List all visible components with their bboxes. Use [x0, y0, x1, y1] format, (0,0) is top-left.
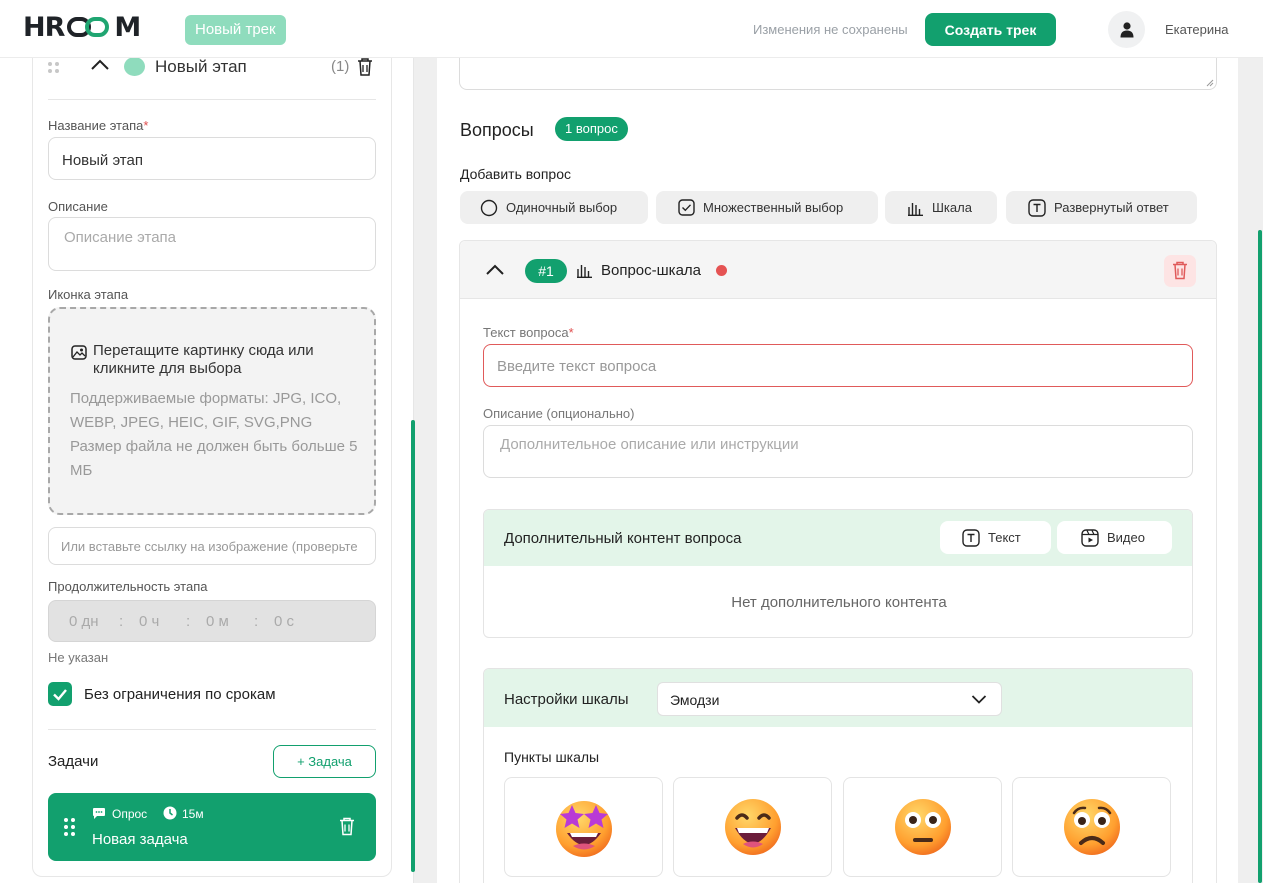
neutral-emoji-icon: [894, 799, 951, 855]
add-question-label: Добавить вопрос: [460, 166, 571, 182]
stage-name-input[interactable]: Новый этап: [48, 137, 376, 180]
divider: [48, 99, 376, 100]
chevron-down-icon: [971, 695, 987, 704]
avatar[interactable]: [1108, 11, 1145, 48]
radio-icon: [480, 199, 498, 216]
duration-label: Продолжительность этапа: [48, 579, 208, 594]
duration-seconds: 0 с: [274, 613, 295, 630]
trash-icon[interactable]: [339, 817, 355, 836]
question-type-title: Вопрос-шкала: [601, 262, 702, 279]
bar-chart-icon: [908, 202, 923, 216]
duration-separator: :: [119, 613, 124, 630]
questions-title: Вопросы: [460, 120, 534, 140]
error-indicator: [716, 265, 727, 276]
dropzone-size-limit: Размер файла не должен быть больше 5 МБ: [70, 438, 358, 479]
question-card-header[interactable]: #1 Вопрос-шкала: [460, 241, 1216, 299]
duration-separator: :: [254, 613, 259, 630]
task-card[interactable]: Опрос 15м Новая задача: [48, 793, 376, 861]
scale-type-value: Эмодзи: [670, 692, 720, 708]
resize-handle-icon[interactable]: [1206, 79, 1214, 87]
scale-point-1[interactable]: [504, 777, 663, 877]
scale-type-select[interactable]: Эмодзи: [657, 682, 1002, 716]
right-scrollbar[interactable]: [1258, 230, 1262, 883]
clock-icon: [163, 806, 177, 820]
duration-minutes: 0 м: [206, 613, 229, 630]
track-name-badge: Новый трек: [185, 15, 286, 45]
add-multiple-choice-button[interactable]: Множественный выбор: [656, 191, 878, 224]
scale-point-4[interactable]: [1012, 777, 1171, 877]
hroom-logo[interactable]: HR M: [23, 11, 141, 43]
task-title: Новая задача: [92, 831, 188, 848]
task-duration: 15м: [182, 807, 204, 821]
bar-chart-icon: [577, 265, 592, 278]
checkbox-icon: [678, 199, 695, 216]
tasks-label: Задачи: [48, 753, 99, 770]
question-text-label: Текст вопроса*: [483, 325, 574, 340]
add-single-choice-button[interactable]: Одиночный выбор: [460, 191, 648, 224]
add-open-answer-button[interactable]: Развернутый ответ: [1006, 191, 1197, 224]
extra-content-title: Дополнительный контент вопроса: [504, 530, 742, 547]
dropzone-title: Перетащите картинку сюда или кликните дл…: [93, 342, 314, 377]
dropzone-formats: Поддерживаемые форматы: JPG, ICO, WEBP, …: [70, 390, 342, 431]
stage-title: Новый этап: [155, 57, 247, 76]
star-struck-emoji-icon: [555, 801, 612, 857]
image-icon: [71, 345, 87, 360]
duration-separator: :: [186, 613, 191, 630]
icon-label: Иконка этапа: [48, 287, 129, 302]
user-icon: [1120, 21, 1133, 37]
divider: [48, 729, 376, 730]
scale-point-3[interactable]: [843, 777, 1002, 877]
task-drag-handle[interactable]: [64, 818, 75, 836]
add-task-button[interactable]: + Задача: [273, 745, 376, 778]
no-deadline-label[interactable]: Без ограничения по срокам: [84, 686, 276, 703]
top-header: HR M Новый трек Изменения не сохранены С…: [0, 0, 1263, 58]
logo-oo-mark: [65, 15, 113, 39]
add-text-content-button[interactable]: Текст: [940, 521, 1051, 554]
scale-points-label: Пункты шкалы: [504, 749, 600, 765]
duration-status: Не указан: [48, 650, 109, 665]
description-label: Описание: [48, 199, 108, 214]
stage-description-input[interactable]: Описание этапа: [48, 217, 376, 271]
stage-drag-handle[interactable]: [48, 62, 59, 73]
duration-days: 0 дн: [69, 613, 99, 630]
add-scale-button[interactable]: Шкала: [885, 191, 997, 224]
logo-text-suffix: M: [114, 11, 141, 43]
frowning-emoji-icon: [1063, 799, 1120, 855]
add-video-content-button[interactable]: Видео: [1057, 521, 1172, 554]
question-number-badge: #1: [525, 259, 567, 283]
save-status: Изменения не сохранены: [753, 22, 908, 37]
create-track-button[interactable]: Создать трек: [925, 13, 1056, 46]
image-url-input[interactable]: Или вставьте ссылку на изображение (пров…: [48, 527, 376, 565]
check-icon: [53, 689, 67, 701]
chevron-up-icon[interactable]: [485, 263, 505, 277]
chevron-up-icon[interactable]: [90, 58, 110, 72]
stage-name-label: Название этапа*: [48, 118, 149, 133]
left-scrollbar[interactable]: [411, 420, 415, 872]
stage-color-dot: [124, 57, 145, 76]
duration-input[interactable]: 0 дн : 0 ч : 0 м : 0 с: [48, 600, 376, 642]
question-count-badge: 1 вопрос: [555, 117, 628, 141]
no-extra-content-text: Нет дополнительного контента: [731, 594, 947, 611]
trash-icon[interactable]: [357, 58, 373, 76]
delete-question-button[interactable]: [1164, 255, 1196, 287]
logo-text-prefix: HR: [23, 11, 65, 43]
no-deadline-checkbox[interactable]: [48, 682, 72, 706]
trash-icon: [1173, 261, 1187, 280]
duration-hours: 0 ч: [139, 613, 160, 630]
extra-content-section: Дополнительный контент вопроса Текст Вид…: [483, 509, 1193, 638]
text-icon: [1028, 198, 1046, 217]
video-icon: [1081, 528, 1099, 547]
scale-point-2[interactable]: [673, 777, 832, 877]
scale-settings-label: Настройки шкалы: [504, 691, 629, 708]
question-description-label: Описание (опционально): [483, 406, 635, 421]
chat-icon: [93, 808, 105, 819]
icon-dropzone[interactable]: Перетащите картинку сюда или кликните дл…: [48, 307, 376, 515]
grinning-emoji-icon: [724, 799, 781, 855]
text-icon: [962, 528, 980, 547]
stage-task-count: (1): [331, 58, 350, 75]
question-text-input[interactable]: Введите текст вопроса: [483, 344, 1193, 387]
question-description-input[interactable]: Дополнительное описание или инструкции: [483, 425, 1193, 478]
task-type: Опрос: [112, 807, 148, 821]
user-name: Екатерина: [1165, 22, 1229, 37]
